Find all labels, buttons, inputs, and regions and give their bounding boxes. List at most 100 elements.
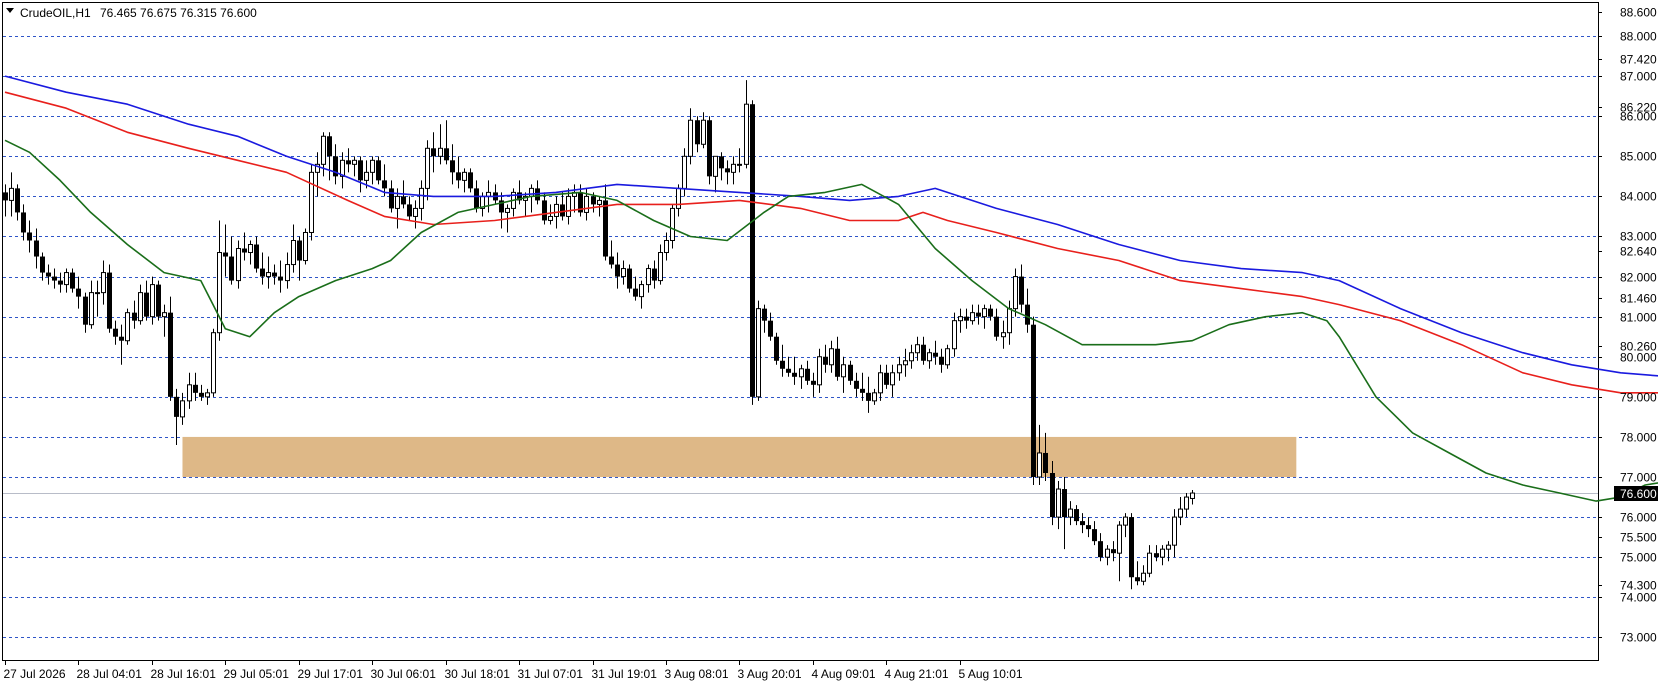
candle-body-bull [566,195,571,217]
candle-body-bear [456,172,461,181]
candle-body-bull [1117,524,1122,554]
candle-body-bull [266,272,271,278]
candle-body-bull [236,248,241,282]
candle-body-bear [107,272,112,329]
candle-body-bull [205,392,210,398]
candle-body-bear [848,364,853,381]
candle-body-bear [168,312,173,397]
y-tick-label: 82.640 [1620,245,1657,259]
candle-body-bear [260,268,265,277]
y-tick-label: 85.000 [1620,150,1657,164]
x-tick-label: 29 Jul 05:01 [224,667,290,681]
candle-body-bear [939,356,944,365]
candle-body-bull [462,171,467,181]
candle-body-bear [278,276,283,281]
candle-body-bear [786,368,791,373]
candle-body-bear [327,136,332,157]
candle-body-bull [1178,508,1183,518]
candle-body-bull [1172,516,1177,546]
candle-body-bull [1105,548,1110,558]
candle-body-bull [688,119,693,157]
candle-body-bull [187,384,192,402]
candle-body-bear [113,328,118,337]
candle-body-bear [15,188,20,213]
x-tick-label: 31 Jul 07:01 [518,667,584,681]
candle-body-bear [884,372,889,385]
candle-body-bull [829,348,834,366]
candle-body-bull [958,316,963,322]
y-tick-label: 81.000 [1620,311,1657,325]
x-tick-label: 3 Aug 20:01 [738,667,802,681]
candle-body-bear [615,264,620,277]
candle-body-bull [248,244,253,254]
candle-body-bear [811,380,816,385]
candle-body-bull [872,392,877,402]
candle-body-bear [1098,541,1103,558]
y-tick-label: 79.000 [1620,391,1657,405]
candle-body-bear [560,204,565,217]
candle-body-bear [933,352,938,357]
candle-body-bull [664,239,669,254]
candle-body-bull [150,284,155,318]
candle-body-bull [890,372,895,386]
candle-body-bull [701,119,706,145]
candle-body-bull [737,163,742,166]
candle-body-bull [952,320,957,350]
candle-body-bull [1037,452,1042,478]
candle-body-bear [542,200,547,221]
candle-body-bear [1111,549,1116,554]
candle-body-bear [1092,529,1097,542]
candle-body-bull [95,292,100,295]
candle-body-bull [352,159,357,165]
candle-body-bear [242,248,247,253]
candle-body-bear [1050,473,1055,518]
candle-body-bear [272,272,277,277]
candle-body-bear [156,284,161,317]
candle-body-bull [309,171,314,233]
candle-body-bull [413,207,418,217]
candle-body-bull [438,147,443,157]
candle-body-bear [707,120,712,177]
candle-body-bull [676,187,681,209]
candle-body-bull [1141,572,1146,582]
candle-body-bull [529,187,534,197]
candle-body-bear [389,188,394,209]
candle-body-bull [548,215,553,221]
x-tick-label: 28 Jul 16:01 [151,667,217,681]
candle-body-bull [756,308,761,398]
y-tick-label: 84.000 [1620,190,1657,204]
candle-body-bear [1086,525,1091,530]
candle-body-bull [138,292,143,322]
candle-body-bear [132,312,137,321]
candle-body-bull [1184,496,1189,510]
candle-body-bull [364,171,369,181]
candle-body-bull [731,163,736,173]
candle-body-bull [505,207,510,213]
candle-body-bear [762,308,767,321]
candle-body-bull [554,203,559,217]
candle-body-bull [1056,488,1061,518]
candle-body-bear [174,396,179,417]
candlestick-chart[interactable]: 73.000 74.00074.300 75.000 75.500 76.000 77.0… [0,0,1658,684]
x-tick-label: 27 Jul 2026 [4,667,66,681]
candle-body-bear [21,212,26,233]
candle-body-bear [358,160,363,181]
candle-body-bull [370,159,375,173]
candle-body-bull [903,360,908,366]
candle-body-bear [768,320,773,337]
candle-body-bear [725,168,730,173]
support-zone-rect [182,436,1297,478]
candle-body-bull [162,312,167,318]
y-tick-label: 82.000 [1620,271,1657,285]
candle-body-bull [303,231,308,262]
candle-body-bull [1166,544,1171,550]
candle-body-bear [854,380,859,389]
x-tick-label: 29 Jul 17:01 [298,667,364,681]
candle-body-bull [285,264,290,282]
y-tick-label: 74.300 [1620,579,1657,593]
candle-body-bear [83,296,88,325]
chart-window[interactable]: 73.000 74.000 74.300 75.000 75.500 76.000 77.0… [0,0,1658,684]
candle-body-bear [229,256,234,281]
x-tick-label: 4 Aug 09:01 [812,667,876,681]
x-tick-label: 30 Jul 18:01 [445,667,511,681]
